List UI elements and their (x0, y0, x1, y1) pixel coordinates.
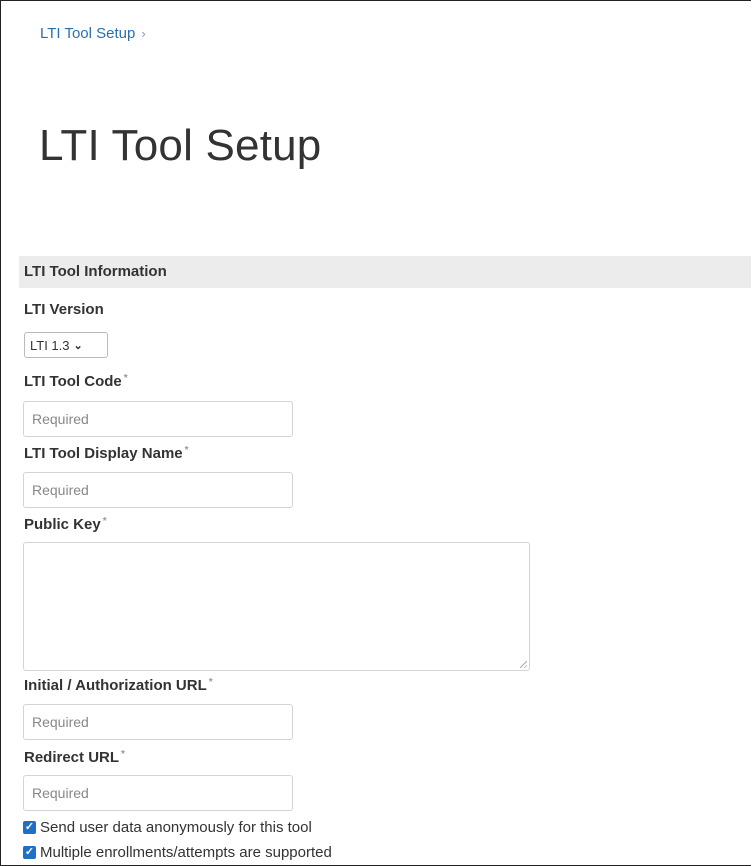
authorization-url-placeholder: Required (32, 714, 89, 730)
redirect-url-input[interactable]: Required (23, 775, 293, 811)
redirect-url-placeholder: Required (32, 785, 89, 801)
public-key-textarea[interactable] (23, 542, 530, 671)
authorization-url-input[interactable]: Required (23, 704, 293, 740)
lti-tool-code-label: LTI Tool Code * (24, 373, 128, 390)
lti-version-select[interactable]: LTI 1.3 ⌄ (24, 332, 108, 358)
lti-tool-code-input[interactable]: Required (23, 401, 293, 437)
lti-tool-display-name-label: LTI Tool Display Name * (24, 445, 189, 462)
required-asterisk: * (208, 677, 213, 688)
resize-handle-icon[interactable] (520, 661, 527, 668)
lti-tool-display-name-input[interactable]: Required (23, 472, 293, 508)
multiple-enrollments-checkbox-row[interactable]: ✓ Multiple enrollments/attempts are supp… (23, 844, 332, 861)
section-header-lti-tool-information: LTI Tool Information (19, 256, 751, 288)
breadcrumb-link-lti-tool-setup[interactable]: LTI Tool Setup (40, 25, 135, 42)
breadcrumb: LTI Tool Setup › (40, 25, 146, 42)
anonymous-user-data-checkbox[interactable]: ✓ (23, 821, 36, 834)
anonymous-user-data-checkbox-row[interactable]: ✓ Send user data anonymously for this to… (23, 819, 312, 836)
lti-tool-setup-page: LTI Tool Setup › LTI Tool Setup LTI Tool… (0, 0, 751, 866)
multiple-enrollments-checkbox[interactable]: ✓ (23, 846, 36, 859)
required-asterisk: * (102, 516, 107, 527)
lti-version-selected-value: LTI 1.3 (30, 337, 70, 353)
multiple-enrollments-label: Multiple enrollments/attempts are suppor… (40, 844, 332, 861)
chevron-down-icon: ⌄ (73, 339, 83, 352)
public-key-label: Public Key * (24, 516, 107, 533)
lti-version-label: LTI Version (24, 301, 104, 318)
required-asterisk: * (184, 445, 189, 456)
required-asterisk: * (121, 749, 125, 760)
authorization-url-label: Initial / Authorization URL * (24, 677, 213, 694)
anonymous-user-data-label: Send user data anonymously for this tool (40, 819, 312, 836)
lti-tool-code-placeholder: Required (32, 411, 89, 427)
page-title: LTI Tool Setup (39, 121, 322, 170)
redirect-url-label: Redirect URL * (24, 749, 125, 766)
lti-tool-display-name-placeholder: Required (32, 482, 89, 498)
chevron-right-icon: › (141, 26, 146, 41)
required-asterisk: * (123, 373, 128, 384)
